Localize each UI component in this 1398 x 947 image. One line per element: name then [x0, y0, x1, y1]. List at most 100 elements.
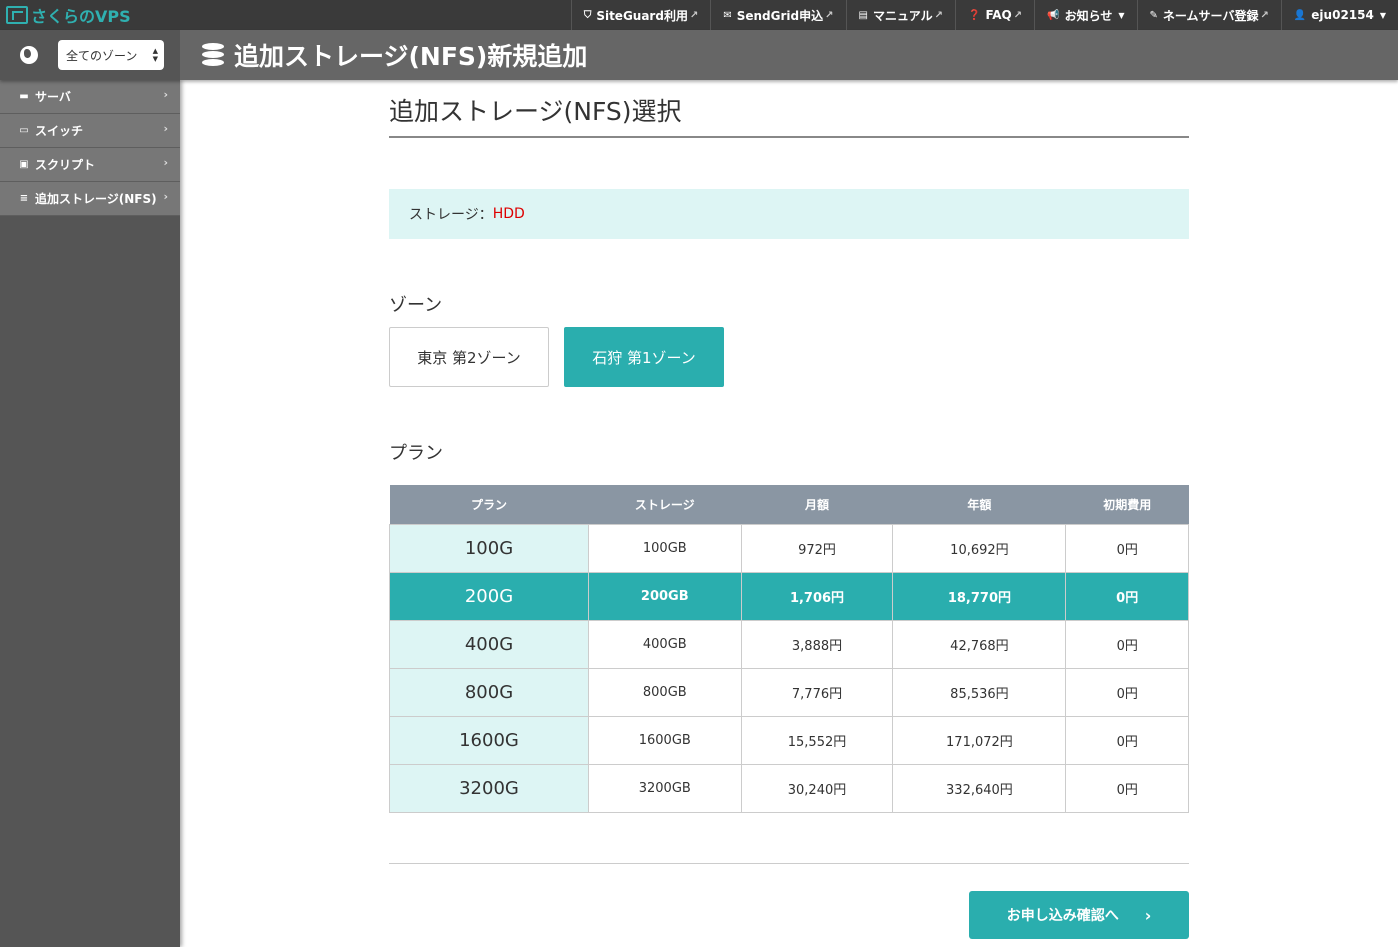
- plan-cell-plan[interactable]: 3200G: [389, 763, 589, 813]
- column-header: 月額: [741, 485, 893, 524]
- plan-cell-yearly: 332,640円: [892, 763, 1067, 813]
- plan-cell-storage: 100GB: [588, 523, 742, 573]
- sidebar-item-label: サーバ: [35, 90, 71, 104]
- logo-text: さくらのVPS: [31, 7, 131, 26]
- database-icon: ≡: [19, 193, 29, 204]
- sidebar-item-1[interactable]: ▭ スイッチ ›: [0, 114, 180, 148]
- sidebar: ▬ サーバ › ▭ スイッチ › ▣ スクリプト › ≡ 追加ストレージ(NFS) ›: [0, 80, 180, 947]
- logo[interactable]: さくらのVPS: [0, 0, 180, 30]
- plan-cell-plan[interactable]: 400G: [389, 619, 589, 669]
- plan-cell-monthly: 30,240円: [740, 763, 894, 813]
- topnav-label: マニュアル: [872, 8, 933, 23]
- plan-cell-monthly: 3,888円: [740, 619, 894, 669]
- plan-cell-yearly: 42,768円: [892, 619, 1067, 669]
- topnav-item-6[interactable]: 👤 eju02154 ▼: [1280, 0, 1398, 30]
- zone-label: ゾーン: [389, 295, 443, 316]
- topnav-item-1[interactable]: ✉ SendGrid申込 ↗: [710, 0, 845, 30]
- plan-cell-yearly: 18,770円: [892, 571, 1067, 621]
- question-icon: ❓: [968, 9, 981, 21]
- storage-info-box: ストレージ： HDD: [389, 189, 1189, 239]
- topnav-label: SiteGuard利用: [596, 8, 688, 23]
- sidebar-item-label: スイッチ: [35, 124, 84, 138]
- external-link-icon: ↗: [1260, 9, 1269, 21]
- external-link-icon: ↗: [1013, 9, 1023, 21]
- plan-row[interactable]: 400G 400GB 3,888円 42,768円 0円: [389, 619, 1189, 669]
- page-title: 追加ストレージ(NFS)新規追加: [234, 42, 588, 71]
- plan-cell-yearly: 171,072円: [892, 715, 1067, 765]
- column-header: 初期費用: [1065, 485, 1189, 524]
- topnav-item-0[interactable]: ⛉ SiteGuard利用 ↗: [570, 0, 711, 30]
- zone-button-1[interactable]: 石狩 第1ゾーン: [564, 327, 724, 387]
- external-link-icon: ↗: [934, 9, 943, 21]
- column-header: ストレージ: [588, 485, 742, 524]
- edit-icon: ✎: [1149, 9, 1158, 21]
- submit-confirm-button[interactable]: お申し込み確認へ ›: [969, 891, 1189, 939]
- plan-cell-storage: 3200GB: [588, 763, 742, 813]
- plan-cell-plan[interactable]: 800G: [389, 667, 589, 717]
- main-content: 追加ストレージ(NFS)選択 ストレージ： HDD ゾーン 東京 第2ゾーン 石狩…: [389, 80, 1189, 947]
- plan-cell-plan[interactable]: 100G: [389, 523, 589, 573]
- topnav-label: お知らせ: [1064, 8, 1113, 23]
- plan-cell-storage: 1600GB: [588, 715, 742, 765]
- submit-label: お申し込み確認へ: [1006, 908, 1119, 924]
- topnav-item-4[interactable]: 📢 お知らせ ▼: [1034, 0, 1136, 30]
- zone-buttons: 東京 第2ゾーン 石狩 第1ゾーン: [389, 327, 1189, 387]
- plan-cell-monthly: 15,552円: [740, 715, 894, 765]
- chevron-right-icon: ›: [163, 122, 168, 135]
- sidebar-item-2[interactable]: ▣ スクリプト ›: [0, 148, 180, 182]
- plan-cell-yearly: 85,536円: [892, 667, 1067, 717]
- plan-cell-initial: 0円: [1065, 571, 1189, 621]
- plan-row[interactable]: 1600G 1600GB 15,552円 171,072円 0円: [389, 715, 1189, 765]
- plan-row[interactable]: 3200G 3200GB 30,240円 332,640円 0円: [389, 763, 1189, 813]
- plan-table-header: プラン ストレージ 月額 年額 初期費用: [389, 485, 1189, 524]
- storage-value: HDD: [492, 206, 525, 222]
- plan-cell-plan[interactable]: 200G: [389, 571, 589, 621]
- column-header: プラン: [389, 485, 589, 524]
- plan-cell-monthly: 1,706円: [740, 571, 894, 621]
- server-icon: ▬: [19, 91, 29, 102]
- plan-cell-monthly: 972円: [740, 523, 894, 573]
- plan-row[interactable]: 100G 100GB 972円 10,692円 0円: [389, 523, 1189, 573]
- plan-cell-storage: 200GB: [588, 571, 742, 621]
- database-icon: [202, 43, 224, 67]
- storage-label: ストレージ：: [409, 207, 493, 223]
- top-nav: ⛉ SiteGuard利用 ↗ ✉ SendGrid申込 ↗ ▤ マニュアル ↗ ❓ FAQ ↗ 📢 お知…: [570, 0, 1398, 30]
- zone-select[interactable]: 全てのゾーン ▲ ▼: [58, 40, 164, 70]
- topnav-label: eju02154: [1311, 8, 1374, 22]
- plan-cell-initial: 0円: [1065, 667, 1189, 717]
- plan-cell-plan[interactable]: 1600G: [389, 715, 589, 765]
- sidebar-item-3[interactable]: ≡ 追加ストレージ(NFS) ›: [0, 182, 180, 216]
- caret-down-icon: ▼: [1379, 10, 1386, 20]
- user-icon: 👤: [1293, 9, 1307, 21]
- topnav-item-3[interactable]: ❓ FAQ ↗: [955, 0, 1034, 30]
- top-bar: さくらのVPS ⛉ SiteGuard利用 ↗ ✉ SendGrid申込 ↗ ▤ マニュアル ↗…: [0, 0, 1398, 30]
- script-icon: ▣: [19, 159, 29, 170]
- external-link-icon: ↗: [825, 9, 834, 21]
- plan-cell-initial: 0円: [1065, 619, 1189, 669]
- chevron-right-icon: ›: [163, 88, 168, 101]
- title-bar: 追加ストレージ(NFS)新規追加: [180, 30, 1398, 80]
- column-header: 年額: [892, 485, 1066, 524]
- plan-row[interactable]: 800G 800GB 7,776円 85,536円 0円: [389, 667, 1189, 717]
- header: 全てのゾーン ▲ ▼ 追加ストレージ(NFS)新規追加: [0, 30, 1398, 80]
- chevron-right-icon: ›: [163, 190, 168, 203]
- plan-cell-initial: 0円: [1065, 715, 1189, 765]
- plan-cell-storage: 400GB: [588, 619, 742, 669]
- section-title: 追加ストレージ(NFS)選択: [389, 92, 1189, 138]
- megaphone-icon: 📢: [1047, 9, 1060, 21]
- sakura-logo-icon: [6, 6, 28, 24]
- topnav-item-2[interactable]: ▤ マニュアル ↗: [845, 0, 955, 30]
- sidebar-item-0[interactable]: ▬ サーバ ›: [0, 80, 180, 114]
- zone-area: 全てのゾーン ▲ ▼: [0, 30, 180, 80]
- plan-table: プラン ストレージ 月額 年額 初期費用 100G 100GB 972円 10,692円 0円 2…: [389, 485, 1189, 813]
- book-icon: ▤: [858, 9, 868, 21]
- envelope-icon: ✉: [723, 9, 732, 21]
- topnav-item-5[interactable]: ✎ ネームサーバ登録 ↗: [1136, 0, 1281, 30]
- globe-icon: [20, 46, 38, 64]
- topnav-label: FAQ: [985, 8, 1012, 22]
- plan-row[interactable]: 200G 200GB 1,706円 18,770円 0円: [389, 571, 1189, 621]
- sidebar-item-label: 追加ストレージ(NFS): [35, 192, 157, 206]
- zone-button-0[interactable]: 東京 第2ゾーン: [389, 327, 549, 387]
- plan-cell-storage: 800GB: [588, 667, 742, 717]
- caret-down-icon: ▼: [1118, 10, 1125, 20]
